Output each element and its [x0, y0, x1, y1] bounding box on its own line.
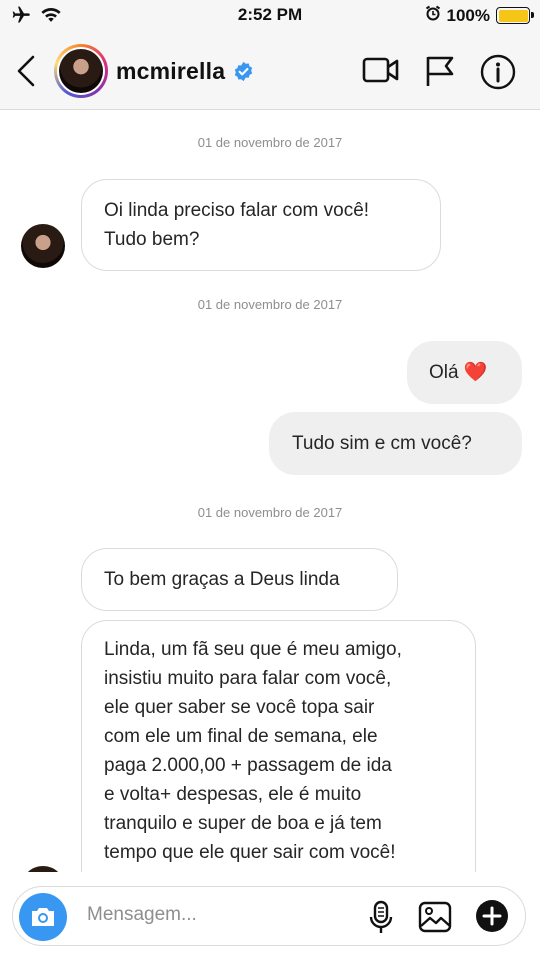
message-line: Linda, um fã seu que é meu amigo,: [104, 639, 402, 660]
message-line: paga 2.000,00 + passagem de ida: [104, 755, 392, 776]
outgoing-message[interactable]: Olá ❤️: [407, 341, 522, 404]
message-line: e volta+ despesas, ele é muito: [104, 784, 362, 805]
outgoing-message[interactable]: Tudo sim e cm você?: [269, 412, 522, 475]
verified-badge-icon: [233, 61, 254, 82]
incoming-message[interactable]: To bem graças a Deus linda: [81, 548, 398, 611]
message-line: com ele um final de semana, ele: [104, 726, 378, 747]
incoming-message[interactable]: Oi linda preciso falar com você! Tudo be…: [81, 179, 441, 271]
info-icon[interactable]: [480, 54, 516, 95]
message-text: Olá ❤️: [429, 362, 488, 383]
avatar-image: [59, 49, 103, 93]
status-bar: 2:52 PM 100%: [0, 0, 540, 34]
message-composer: Mensagem...: [12, 886, 526, 946]
flag-icon[interactable]: [424, 54, 456, 93]
sender-avatar[interactable]: [21, 224, 65, 268]
video-call-icon[interactable]: [362, 54, 400, 91]
message-line: tempo que ele quer sair com você!: [104, 842, 396, 863]
microphone-icon[interactable]: [369, 900, 393, 941]
message-text: Tudo sim e cm você?: [292, 433, 472, 454]
battery-icon: [496, 7, 534, 24]
header-username[interactable]: mcmirella: [116, 58, 225, 85]
date-separator: 01 de novembro de 2017: [197, 135, 343, 150]
add-icon[interactable]: [475, 899, 509, 938]
date-separator: 01 de novembro de 2017: [197, 297, 343, 312]
date-separator: 01 de novembro de 2017: [197, 505, 343, 520]
camera-icon[interactable]: [19, 893, 67, 941]
message-line: Tudo bem?: [104, 229, 200, 250]
chat-header: mcmirella: [0, 34, 540, 110]
battery-fill: [498, 9, 528, 22]
gallery-icon[interactable]: [418, 901, 452, 938]
message-line: Oi linda preciso falar com você!: [104, 200, 370, 221]
status-right: 100%: [425, 5, 534, 26]
message-text: To bem graças a Deus linda: [104, 569, 340, 590]
profile-avatar[interactable]: [54, 44, 108, 98]
message-line: ele quer saber se você topa sair: [104, 697, 375, 718]
back-chevron-icon[interactable]: [14, 54, 40, 93]
battery-percent: 100%: [446, 5, 490, 25]
alarm-icon: [425, 5, 441, 26]
message-line: insistiu muito para falar com você,: [104, 668, 392, 689]
message-input[interactable]: Mensagem...: [87, 904, 197, 926]
message-line: tranquilo e super de boa e já tem: [104, 813, 382, 834]
